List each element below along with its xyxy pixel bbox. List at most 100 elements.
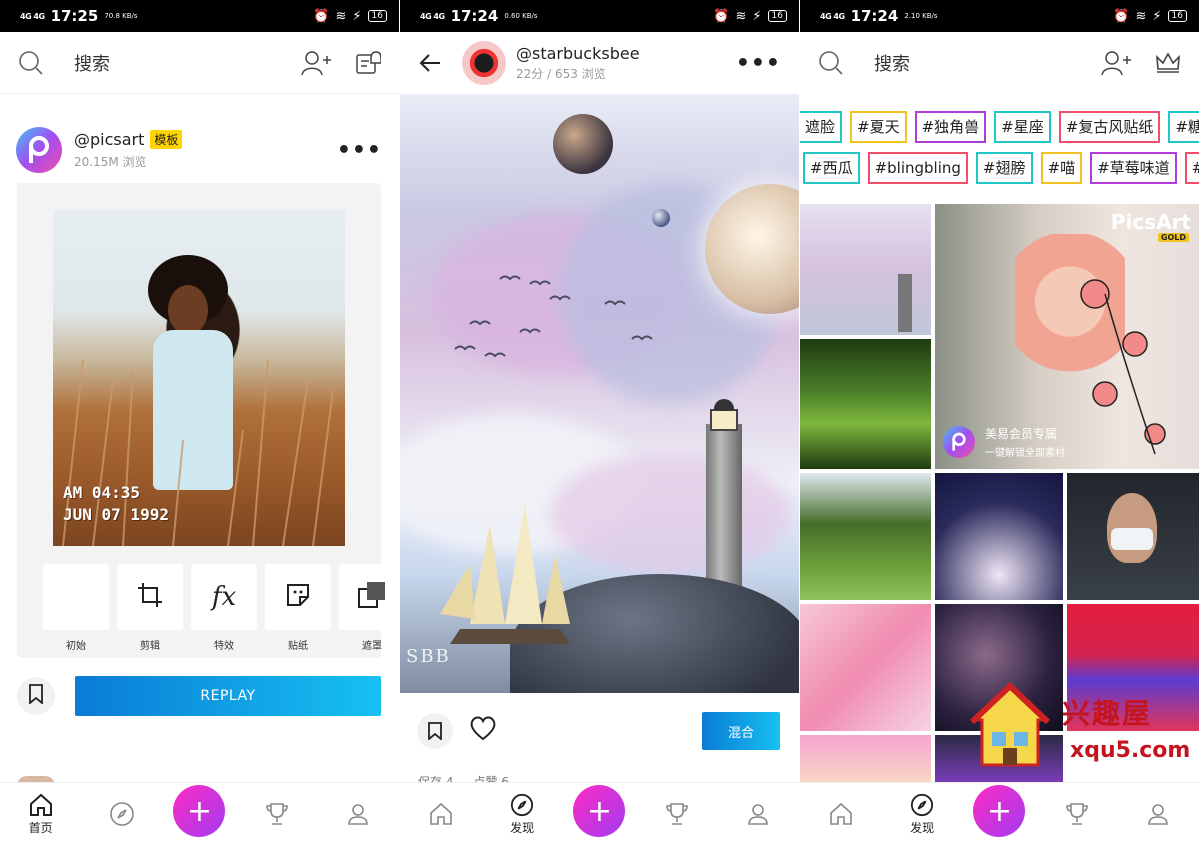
nav-discover[interactable]: 发现 — [892, 793, 952, 836]
nav-home[interactable]: 首页 — [11, 793, 71, 836]
tool-sticker[interactable]: 贴纸 — [265, 564, 331, 652]
tool-crop[interactable]: 剪辑 — [117, 564, 183, 652]
top-bar: 搜索 — [0, 32, 399, 94]
tool-original[interactable]: 初始 — [43, 564, 109, 652]
author-username[interactable]: @starbucksbee — [516, 44, 640, 63]
search-label[interactable]: 搜索 — [874, 50, 910, 76]
grid-tile[interactable] — [800, 204, 931, 335]
remix-button[interactable]: 混合 — [702, 712, 780, 750]
bookmark-button[interactable] — [417, 713, 453, 749]
plus-icon: + — [586, 793, 613, 829]
panel-home-feed: 4G 4G 17:25 70.8 KB/s ⏰ ≋ ⚡ 16 搜索 @picsa… — [0, 0, 399, 845]
post-photo[interactable]: AM 04:35 JUN 07 1992 — [53, 210, 345, 546]
nav-discover[interactable]: 发现 — [492, 793, 552, 836]
clock: 17:24 — [850, 7, 899, 25]
back-arrow-icon[interactable] — [418, 51, 442, 75]
more-options-icon[interactable]: ••• — [736, 51, 781, 76]
hashtag-chip[interactable]: #复古风贴纸 — [1058, 111, 1161, 143]
nav-profile[interactable] — [728, 802, 788, 826]
status-bar: 4G 4G 17:24 2.10 KB/s ⏰ ≋ ⚡ 16 — [800, 0, 1199, 32]
tool-strip: 初始 剪辑 fx 特效 贴纸 遮罩 — [43, 564, 399, 652]
post-artwork[interactable]: SBB — [400, 94, 799, 693]
nav-profile[interactable] — [1128, 802, 1188, 826]
sailing-ship — [440, 504, 570, 644]
replay-card: AM 04:35 JUN 07 1992 初始 剪辑 fx 特效 贴纸 遮罩 — [17, 183, 399, 658]
add-user-icon[interactable] — [301, 50, 331, 76]
picsart-logo — [943, 426, 975, 458]
add-user-icon[interactable] — [1101, 50, 1131, 76]
tool-effects[interactable]: fx 特效 — [191, 564, 257, 652]
nav-home[interactable] — [411, 802, 471, 826]
mask-icon — [358, 581, 386, 613]
create-button[interactable]: + — [573, 785, 626, 837]
nav-label: 首页 — [28, 820, 53, 835]
nav-label: 发现 — [910, 820, 935, 835]
hashtag-chip[interactable]: #草莓味道 — [1090, 152, 1177, 184]
panel-post-detail: 4G 4G 17:24 0.60 KB/s ⏰ ≋ ⚡ 16 @starbuck… — [400, 0, 799, 845]
search-icon[interactable] — [18, 50, 44, 76]
alarm-icon: ⏰ — [313, 8, 330, 24]
search-icon[interactable] — [818, 50, 844, 76]
hashtag-chip[interactable]: #喵 — [1040, 152, 1083, 184]
plus-icon: + — [186, 793, 213, 829]
hashtag-chip[interactable]: #创意 — [1184, 152, 1199, 184]
watermark-brand: 兴趣屋 — [1062, 697, 1153, 730]
hashtag-chip[interactable]: #糖果 — [1168, 111, 1199, 143]
hashtag-chip[interactable]: #西瓜 — [803, 152, 860, 184]
status-bar: 4G 4G 17:24 0.60 KB/s ⏰ ≋ ⚡ 16 — [400, 0, 799, 32]
nav-profile[interactable] — [328, 802, 388, 826]
hashtag-chip[interactable]: 遮脸 — [800, 111, 843, 143]
hashtag-chip[interactable]: #夏天 — [850, 111, 907, 143]
network-speed: 70.8 KB/s — [104, 11, 138, 20]
create-button[interactable]: + — [173, 785, 226, 837]
house-logo-icon — [970, 681, 1050, 767]
picsart-logo[interactable] — [16, 127, 62, 173]
tool-mask[interactable]: 遮罩 — [339, 564, 399, 652]
promo-tile[interactable]: PicsArt GOLD 美易会员专属 一键解锁全部素材 — [935, 204, 1199, 469]
bookmark-button[interactable] — [17, 677, 55, 715]
tool-label: 特效 — [214, 641, 234, 652]
nav-challenges[interactable] — [1047, 802, 1107, 826]
flower-drawing — [1065, 264, 1185, 464]
notification-icon[interactable] — [355, 50, 381, 76]
alarm-icon: ⏰ — [713, 8, 730, 24]
author-avatar[interactable] — [462, 41, 506, 85]
hashtag-chip[interactable]: #星座 — [994, 111, 1051, 143]
gold-badge: GOLD — [1157, 233, 1189, 242]
replay-button[interactable]: REPLAY — [75, 676, 381, 716]
fx-icon: fx — [211, 582, 237, 612]
nav-challenges[interactable] — [247, 802, 307, 826]
grid-tile[interactable] — [800, 735, 931, 782]
more-options-icon[interactable]: ••• — [337, 138, 382, 163]
heart-icon — [470, 716, 496, 741]
lighthouse-shape — [898, 274, 912, 332]
status-bar: 4G 4G 17:25 70.8 KB/s ⏰ ≋ ⚡ 16 — [0, 0, 399, 32]
hashtag-chip[interactable]: #翅膀 — [975, 152, 1033, 184]
nav-challenges[interactable] — [647, 802, 707, 826]
grid-tile[interactable] — [800, 473, 931, 600]
wifi-icon: ≋ — [1135, 8, 1147, 24]
search-label[interactable]: 搜索 — [74, 50, 110, 76]
hashtag-chip[interactable]: #独角兽 — [914, 111, 987, 143]
hashtag-strip: 遮脸 #夏天 #独角兽 #星座 #复古风贴纸 #糖果 #西瓜 #blingbli… — [800, 105, 1199, 195]
network-speed: 2.10 KB/s — [904, 11, 938, 20]
grid-tile[interactable] — [800, 339, 931, 469]
charging-icon: ⚡ — [352, 8, 362, 24]
tool-label: 贴纸 — [288, 641, 308, 652]
grid-tile[interactable] — [935, 473, 1063, 600]
nav-discover[interactable] — [92, 801, 152, 827]
grid-tile[interactable] — [1067, 473, 1199, 600]
signal-indicator: 4G 4G — [20, 11, 45, 21]
wifi-icon: ≋ — [335, 8, 347, 24]
grid-tile[interactable] — [800, 604, 931, 731]
picsart-brand: PicsArt — [1110, 210, 1191, 234]
crown-icon[interactable] — [1155, 52, 1181, 74]
home-icon — [29, 793, 52, 816]
sticker-icon — [285, 582, 311, 612]
hashtag-chip[interactable]: #blingbling — [867, 152, 968, 184]
post-username[interactable]: @picsart — [74, 130, 144, 149]
create-button[interactable]: + — [973, 785, 1026, 837]
like-button[interactable] — [469, 715, 497, 745]
nav-home[interactable] — [811, 802, 871, 826]
post-header: @picsart 模板 20.15M 浏览 ••• — [16, 127, 382, 173]
